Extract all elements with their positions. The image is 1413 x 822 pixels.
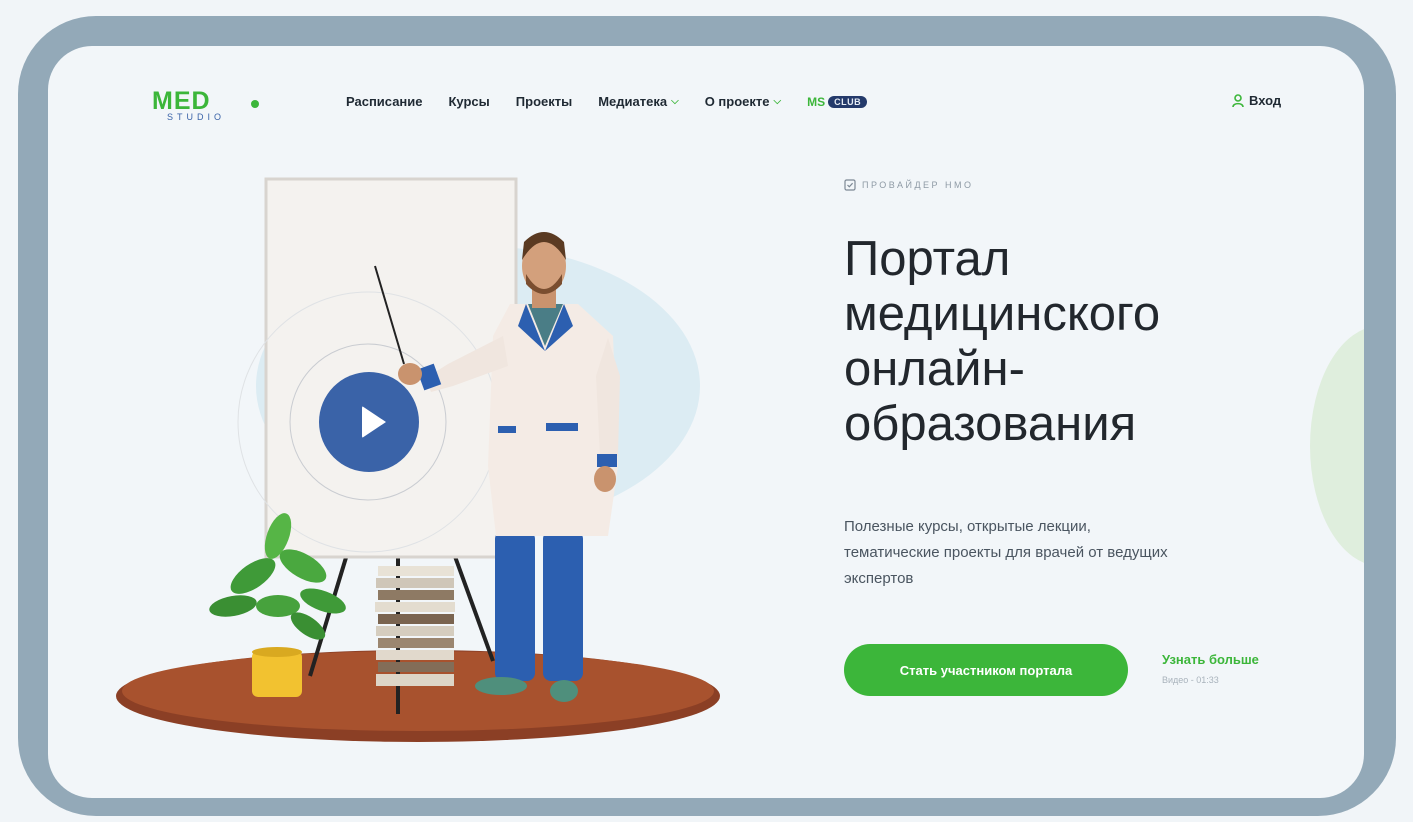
title-line: образования (844, 397, 1137, 451)
learn-more-link[interactable]: Узнать больше (1162, 652, 1259, 667)
page-screen: MED STUDIO Расписание Курсы Проекты Меди… (48, 46, 1364, 798)
ms-club-prefix: MS (807, 94, 826, 109)
title-line: онлайн- (844, 342, 1025, 396)
subtitle-line: Полезные курсы, открытые лекции, (844, 518, 1091, 535)
page-title: Портал медицинского онлайн- образования (844, 232, 1284, 452)
video-duration: Видео - 01:33 (1162, 675, 1219, 685)
user-icon (1232, 93, 1244, 107)
ms-club-link[interactable]: MS CLUB (807, 94, 868, 109)
play-video-button[interactable] (319, 372, 419, 472)
login-label: Вход (1249, 93, 1282, 108)
ms-club-badge: CLUB (828, 95, 868, 108)
document-check-icon (844, 179, 856, 191)
login-button[interactable]: Вход (1232, 93, 1281, 108)
title-line: медицинского (844, 287, 1161, 341)
learn-more-block: Узнать больше Видео - 01:33 (1162, 652, 1259, 685)
provider-label: провайдер нмо (862, 180, 974, 190)
join-portal-button[interactable]: Стать участником портала (844, 644, 1128, 696)
provider-badge: провайдер нмо (844, 179, 974, 191)
title-line: Портал (844, 232, 1011, 286)
subtitle-line: тематические проекты для врачей от ведущ… (844, 544, 1168, 561)
subtitle-line: экспертов (844, 570, 914, 587)
play-icon (362, 406, 386, 438)
decorative-blob (1310, 326, 1364, 566)
chevron-down-icon: ⌵ (773, 96, 782, 107)
hero-subtitle: Полезные курсы, открытые лекции, тематич… (844, 514, 1304, 592)
